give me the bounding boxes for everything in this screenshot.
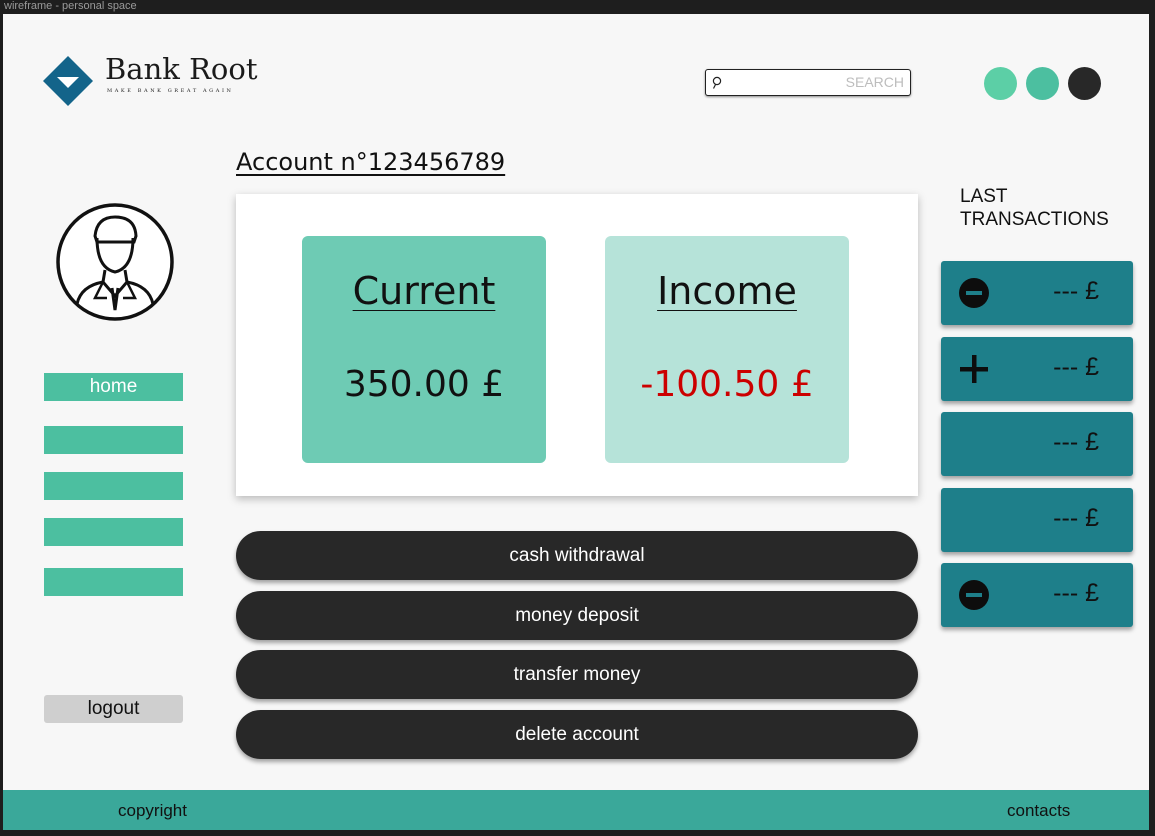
transaction-item[interactable]: --- £ [941,261,1133,325]
transfer-money-button[interactable]: transfer money [236,650,918,699]
transaction-item[interactable]: --- £ [941,337,1133,401]
user-avatar-icon[interactable] [55,202,175,322]
contacts-link[interactable]: contacts [1007,801,1070,821]
transaction-amount: --- £ [1053,277,1099,305]
nav-item-home[interactable]: home [44,373,183,401]
minus-circle-icon [959,580,989,610]
income-card[interactable]: Income -100.50 £ [605,236,849,463]
page: Bank Root MAKE BANK GREAT AGAIN Account … [3,14,1149,830]
last-transactions-title: LAST TRANSACTIONS [960,186,1109,230]
income-value: -100.50 £ [640,364,814,405]
transaction-amount: --- £ [1053,428,1099,456]
nav-item-2[interactable] [44,426,183,454]
cash-withdrawal-button[interactable]: cash withdrawal [236,531,918,580]
balance-panel: Current 350.00 £ Income -100.50 £ [236,194,918,496]
nav-item-5[interactable] [44,568,183,596]
nav-item-3[interactable] [44,472,183,500]
search-input[interactable] [728,72,904,92]
brand-tagline: MAKE BANK GREAT AGAIN [107,88,234,94]
search-icon [712,76,722,89]
current-value: 350.00 £ [343,364,505,405]
current-card[interactable]: Current 350.00 £ [302,236,546,463]
transaction-amount: --- £ [1053,353,1099,381]
account-title: Account n°123456789 [236,148,506,176]
theme-dot-teal[interactable] [1026,67,1059,100]
transaction-item[interactable]: --- £ [941,563,1133,627]
theme-dot-mint[interactable] [984,67,1017,100]
logout-button[interactable]: logout [44,695,183,723]
brand-name: Bank Root [105,52,258,86]
money-deposit-button[interactable]: money deposit [236,591,918,640]
income-title: Income [657,269,797,313]
plus-icon [960,355,988,383]
transaction-amount: --- £ [1053,504,1099,532]
search-box[interactable] [705,69,911,96]
delete-account-button[interactable]: delete account [236,710,918,759]
minus-circle-icon [959,278,989,308]
copyright-link[interactable]: copyright [118,801,187,821]
frame-label: wireframe - personal space [4,0,137,12]
nav-item-4[interactable] [44,518,183,546]
transaction-amount: --- £ [1053,579,1099,607]
footer: copyright contacts [3,790,1149,830]
bank-logo-icon[interactable] [42,55,94,107]
transaction-item[interactable]: --- £ [941,412,1133,476]
transaction-item[interactable]: --- £ [941,488,1133,552]
current-title: Current [352,269,496,313]
theme-dot-dark[interactable] [1068,67,1101,100]
